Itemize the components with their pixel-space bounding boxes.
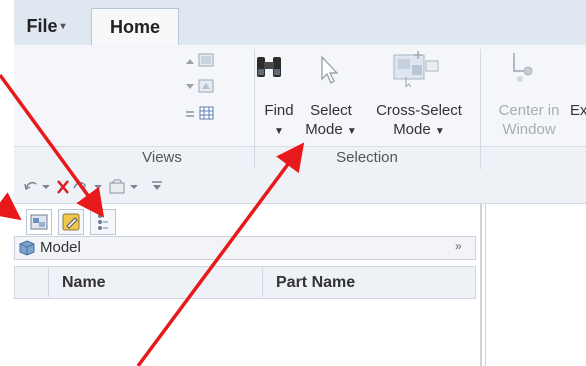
redo-icon[interactable] xyxy=(73,181,86,191)
chevron-down-icon[interactable] xyxy=(42,185,50,189)
cross-select-icon xyxy=(384,51,442,92)
view-layout-button[interactable] xyxy=(182,106,214,120)
center-in-window-icon xyxy=(508,51,540,92)
panel-tab-edit[interactable] xyxy=(58,209,84,235)
chevron-down-icon: ▾ xyxy=(60,21,66,32)
tab-file-label: File xyxy=(26,16,58,36)
model-tree-icon xyxy=(30,214,48,230)
double-chevron-down-icon[interactable]: » xyxy=(455,239,462,253)
view-rotate-down-icon xyxy=(186,79,214,93)
group-label-views: Views xyxy=(142,149,182,166)
center-in-window-label-1: Center in xyxy=(498,102,560,119)
select-mode-label-2: Mode xyxy=(305,121,343,138)
view-up-button[interactable] xyxy=(182,53,214,67)
column-divider[interactable] xyxy=(262,268,263,297)
hierarchy-icon xyxy=(98,214,108,230)
find-label: Find xyxy=(264,102,294,119)
dropdown-arrow-icon: ▼ xyxy=(346,126,357,137)
center-in-window-label-2: Window xyxy=(502,121,556,138)
column-header-part-name[interactable]: Part Name xyxy=(276,274,355,292)
open-icon[interactable] xyxy=(109,179,125,194)
binoculars-icon xyxy=(254,55,284,86)
model-label: Model xyxy=(40,239,81,256)
dropdown-arrow-icon: ▼ xyxy=(434,126,445,137)
model-selector[interactable] xyxy=(14,236,476,260)
panel-splitter[interactable] xyxy=(480,203,482,366)
view-down-button[interactable] xyxy=(182,79,214,93)
ribbon: Find ▼ Select Mode ▼ Cross-Select Mode ▼ xyxy=(14,45,586,172)
dropdown-arrow-icon: ▼ xyxy=(274,126,284,137)
chevron-down-icon[interactable] xyxy=(130,185,138,189)
center-in-window-button[interactable]: Center in Window xyxy=(490,101,568,139)
panel-splitter-edge xyxy=(485,203,486,366)
tab-home-label: Home xyxy=(109,16,160,37)
panel-tab-hierarchy[interactable] xyxy=(90,209,116,235)
ex-button[interactable]: Ex xyxy=(570,101,586,120)
tab-file[interactable]: File ▾ xyxy=(16,8,76,45)
column-divider xyxy=(48,268,49,297)
column-header-name[interactable]: Name xyxy=(62,274,106,292)
panel-tab-model-tree[interactable] xyxy=(26,209,52,235)
grid-layout-icon xyxy=(186,106,214,120)
cross-select-label-1: Cross-Select xyxy=(376,102,462,119)
select-mode-button[interactable]: Select Mode ▼ xyxy=(297,101,365,141)
cube-icon xyxy=(19,240,35,256)
cross-select-mode-button[interactable]: Cross-Select Mode ▼ xyxy=(366,101,472,141)
undo-icon[interactable] xyxy=(24,181,37,191)
customize-toolbar-icon[interactable] xyxy=(152,181,162,190)
cursor-arrow-icon xyxy=(318,55,342,90)
find-button[interactable]: Find ▼ xyxy=(262,101,296,141)
ribbon-divider xyxy=(480,49,481,169)
delete-icon[interactable] xyxy=(57,180,69,194)
ex-label: Ex xyxy=(570,102,586,119)
annotation-arrow xyxy=(0,192,22,221)
cross-select-label-2: Mode xyxy=(393,121,431,138)
chevron-down-icon[interactable] xyxy=(94,185,102,189)
select-mode-label-1: Select xyxy=(310,102,352,119)
tab-home[interactable]: Home xyxy=(91,8,179,46)
edit-icon xyxy=(62,213,80,231)
view-rotate-up-icon xyxy=(186,53,214,67)
quick-access-toolbar xyxy=(14,172,586,204)
group-label-selection: Selection xyxy=(336,149,398,166)
